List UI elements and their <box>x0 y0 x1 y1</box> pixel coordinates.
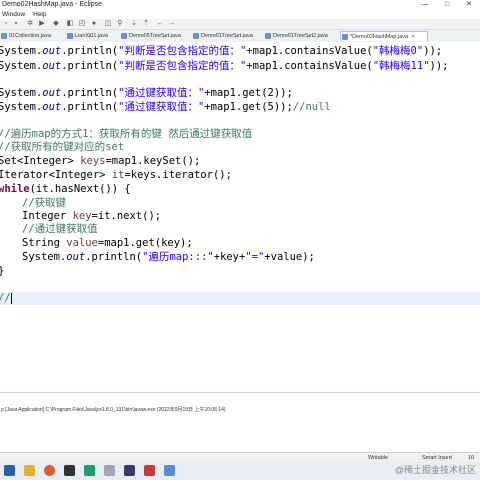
code-line: System.out.println("判断是否包含指定的值："+map1.co… <box>0 60 449 72</box>
current-line-highlight <box>0 292 480 305</box>
code-line: System.out.println("判断是否包含指定的值："+map1.co… <box>0 45 443 57</box>
taskbar: @稀土掘金技术社区 <box>0 462 480 480</box>
app-icon[interactable] <box>144 465 155 476</box>
firefox-icon[interactable] <box>44 465 55 476</box>
maximize-button[interactable]: □ <box>436 0 458 10</box>
debug-icon[interactable]: ✲ <box>26 20 34 28</box>
code-line: //遍历map的方式1：获取所有的键 然后通过键获取值 <box>0 128 253 140</box>
code-line: //获取键 <box>22 197 67 209</box>
new-java-project-icon[interactable]: ◧ <box>66 20 74 28</box>
close-button[interactable]: ✕ <box>458 0 480 10</box>
code-line: System.out.println("通过键获取值："+map1.get(2)… <box>0 87 293 99</box>
code-line: Integer key=it.next(); <box>22 210 162 222</box>
menu-help[interactable]: Help <box>33 11 46 18</box>
java-file-icon <box>121 33 127 39</box>
code-line: String value=map1.get(key); <box>22 237 193 249</box>
code-editor[interactable]: System.out.println("判断是否包含指定的值："+map1.co… <box>0 42 480 392</box>
app-icon[interactable] <box>164 465 175 476</box>
forward-icon[interactable]: → <box>168 20 176 28</box>
file-explorer-icon[interactable] <box>24 465 35 476</box>
eclipse-icon[interactable] <box>124 465 135 476</box>
search-icon[interactable]: ⚲ <box>116 20 124 28</box>
code-line: System.out.println("通过键获取值："+map1.get(5)… <box>0 101 331 113</box>
code-line: while(it.hasNext()) { <box>0 183 131 195</box>
tab-label: *Demo02HashMap.java <box>350 34 409 40</box>
code-line: System.out.println("遍历map:::"+key+"="+va… <box>22 251 315 263</box>
tab-demo01treeset2[interactable]: Demo01TreeSet2.java <box>264 31 340 41</box>
close-tab-icon[interactable]: ✕ <box>411 34 415 40</box>
text-caret <box>10 292 12 304</box>
java-file-icon <box>265 33 271 39</box>
annotation-next-icon[interactable]: ⇣ <box>130 20 138 28</box>
app-icon[interactable] <box>104 465 115 476</box>
watermark: @稀土掘金技术社区 <box>394 465 476 475</box>
code-line: // <box>0 292 12 304</box>
tab-demo02hashmap[interactable]: *Demo02HashMap.java ✕ <box>340 31 428 41</box>
run-icon[interactable]: ▶ <box>38 20 46 28</box>
code-line: Set<Integer> keys=map1.keySet(); <box>0 155 201 167</box>
save-icon[interactable]: ▪ <box>12 20 20 28</box>
code-line: //获取所有的键对应的set <box>0 141 125 153</box>
code-line: //通过键获取值 <box>22 223 98 235</box>
tab-label: Demo05TreeSet.java <box>129 33 181 39</box>
new-icon[interactable]: ▫ <box>2 20 10 28</box>
code-line: } <box>0 265 4 278</box>
java-file-icon <box>193 33 199 39</box>
open-type-icon[interactable]: ◫ <box>104 20 112 28</box>
tab-label: 01Collection.java <box>9 33 51 39</box>
tab-01collection[interactable]: 01Collection.java <box>0 31 66 41</box>
tab-demo05treeset[interactable]: Demo05TreeSet.java <box>120 31 192 41</box>
code-line: Iterator<Integer> it=keys.iterator(); <box>0 169 232 181</box>
window-title: Demo02HashMap.java - Eclipse <box>2 1 102 8</box>
back-icon[interactable]: ← <box>156 20 164 28</box>
console-view: p [Java Application] C:\Program Files\Ja… <box>0 392 480 453</box>
app-icon[interactable] <box>64 465 75 476</box>
tab-lianxi01[interactable]: LianXi01.java <box>66 31 120 41</box>
tab-label: LianXi01.java <box>75 33 109 39</box>
external-tools-icon[interactable]: ◆ <box>52 20 60 28</box>
java-file-icon <box>1 33 7 39</box>
title-bar: Demo02HashMap.java - Eclipse — □ ✕ <box>0 0 480 10</box>
new-class-icon[interactable]: ● <box>90 20 98 28</box>
toolbar: ▫ ▪ ✲ ▶ ◆ ◧ ◰ ● ◫ ⚲ ⇣ ⇡ ← → <box>0 19 480 30</box>
start-icon[interactable] <box>4 465 15 476</box>
console-launch-info: p [Java Application] C:\Program Files\Ja… <box>1 407 226 413</box>
menu-bar: Window Help <box>0 10 480 19</box>
java-file-icon <box>67 33 73 39</box>
app-icon[interactable] <box>84 465 95 476</box>
java-file-icon <box>342 34 348 40</box>
minimize-button[interactable]: — <box>414 0 436 10</box>
tab-demo01treeset[interactable]: Demo01TreeSet.java <box>192 31 264 41</box>
new-package-icon[interactable]: ◰ <box>78 20 86 28</box>
tab-label: Demo01TreeSet.java <box>201 33 253 39</box>
annotation-prev-icon[interactable]: ⇡ <box>142 20 150 28</box>
menu-window[interactable]: Window <box>2 11 25 18</box>
tab-label: Demo01TreeSet2.java <box>273 33 328 39</box>
